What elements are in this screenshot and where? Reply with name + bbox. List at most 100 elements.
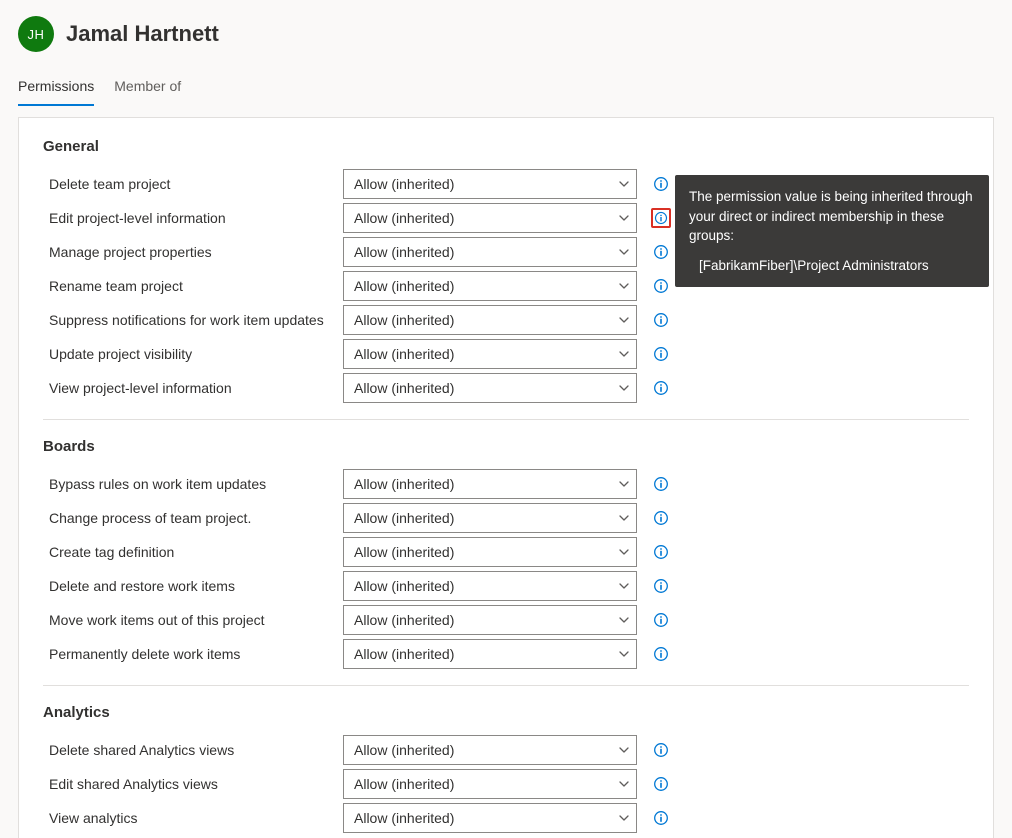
permission-select-value: Allow (inherited): [354, 278, 454, 294]
permission-select[interactable]: Allow (inherited): [343, 169, 637, 199]
permission-row: Update project visibilityAllow (inherite…: [43, 337, 969, 371]
chevron-down-icon: [618, 178, 630, 190]
chevron-down-icon: [618, 648, 630, 660]
permission-select-value: Allow (inherited): [354, 612, 454, 628]
info-icon[interactable]: [651, 310, 671, 330]
permission-label: Move work items out of this project: [43, 612, 343, 628]
permission-row: Suppress notifications for work item upd…: [43, 303, 969, 337]
chevron-down-icon: [618, 212, 630, 224]
chevron-down-icon: [618, 512, 630, 524]
permission-select[interactable]: Allow (inherited): [343, 373, 637, 403]
permission-select-value: Allow (inherited): [354, 176, 454, 192]
permission-row: View analyticsAllow (inherited): [43, 801, 969, 835]
permission-row: Create tag definitionAllow (inherited): [43, 535, 969, 569]
page-title: Jamal Hartnett: [66, 21, 219, 47]
permission-label: Edit project-level information: [43, 210, 343, 226]
permission-row: Permanently delete work items Allow (inhe…: [43, 637, 969, 671]
permission-select[interactable]: Allow (inherited): [343, 237, 637, 267]
permission-label: Delete and restore work items: [43, 578, 343, 594]
info-icon[interactable]: [651, 208, 671, 228]
chevron-down-icon: [618, 580, 630, 592]
info-icon[interactable]: [651, 542, 671, 562]
section-title: Analytics: [43, 704, 969, 721]
chevron-down-icon: [618, 246, 630, 258]
info-icon[interactable]: [651, 576, 671, 596]
permission-select-value: Allow (inherited): [354, 646, 454, 662]
permission-label: View project-level information: [43, 380, 343, 396]
permission-label: Suppress notifications for work item upd…: [43, 312, 343, 328]
user-header: JH Jamal Hartnett: [18, 16, 994, 52]
info-icon[interactable]: [651, 610, 671, 630]
permission-row: Bypass rules on work item updatesAllow (…: [43, 467, 969, 501]
permission-select[interactable]: Allow (inherited): [343, 339, 637, 369]
permission-row: Edit shared Analytics views Allow (inheri…: [43, 767, 969, 801]
permission-select[interactable]: Allow (inherited): [343, 639, 637, 669]
permission-label: Delete team project: [43, 176, 343, 192]
info-icon[interactable]: [651, 378, 671, 398]
permission-row: Delete and restore work items Allow (inhe…: [43, 569, 969, 603]
permission-label: View analytics: [43, 810, 343, 826]
permission-select[interactable]: Allow (inherited): [343, 735, 637, 765]
permission-row: Change process of team project. Allow (in…: [43, 501, 969, 535]
permission-select-value: Allow (inherited): [354, 380, 454, 396]
chevron-down-icon: [618, 744, 630, 756]
info-icon[interactable]: [651, 808, 671, 828]
chevron-down-icon: [618, 614, 630, 626]
permission-label: Change process of team project.: [43, 510, 343, 526]
avatar: JH: [18, 16, 54, 52]
permission-select-value: Allow (inherited): [354, 510, 454, 526]
tab-bar: Permissions Member of: [18, 70, 994, 107]
permission-select[interactable]: Allow (inherited): [343, 605, 637, 635]
chevron-down-icon: [618, 812, 630, 824]
permission-select-value: Allow (inherited): [354, 210, 454, 226]
permission-label: Rename team project: [43, 278, 343, 294]
tooltip-text: The permission value is being inherited …: [689, 187, 975, 246]
chevron-down-icon: [618, 546, 630, 558]
permission-select-value: Allow (inherited): [354, 776, 454, 792]
chevron-down-icon: [618, 314, 630, 326]
permission-row: Delete shared Analytics views Allow (inhe…: [43, 733, 969, 767]
info-icon[interactable]: [651, 344, 671, 364]
permission-label: Permanently delete work items: [43, 646, 343, 662]
chevron-down-icon: [618, 778, 630, 790]
permission-select[interactable]: Allow (inherited): [343, 469, 637, 499]
permission-label: Delete shared Analytics views: [43, 742, 343, 758]
info-icon[interactable]: [651, 276, 671, 296]
permission-select[interactable]: Allow (inherited): [343, 803, 637, 833]
tooltip-group: [FabrikamFiber]\Project Administrators: [689, 256, 975, 276]
permission-row: View project-level information Allow (inh…: [43, 371, 969, 405]
tab-memberof[interactable]: Member of: [114, 70, 181, 106]
permission-select[interactable]: Allow (inherited): [343, 203, 637, 233]
permission-select-value: Allow (inherited): [354, 312, 454, 328]
permission-select[interactable]: Allow (inherited): [343, 537, 637, 567]
permission-label: Manage project properties: [43, 244, 343, 260]
info-icon[interactable]: [651, 508, 671, 528]
permission-select[interactable]: Allow (inherited): [343, 769, 637, 799]
permission-select[interactable]: Allow (inherited): [343, 305, 637, 335]
section-divider: [43, 685, 969, 686]
permission-select-value: Allow (inherited): [354, 578, 454, 594]
permission-select-value: Allow (inherited): [354, 346, 454, 362]
tab-permissions[interactable]: Permissions: [18, 70, 94, 106]
permission-select-value: Allow (inherited): [354, 244, 454, 260]
permission-select-value: Allow (inherited): [354, 476, 454, 492]
info-icon[interactable]: [651, 740, 671, 760]
permissions-panel: General Delete team project Allow (inherit…: [18, 117, 994, 838]
info-icon[interactable]: [651, 474, 671, 494]
permission-select[interactable]: Allow (inherited): [343, 271, 637, 301]
section-title: Boards: [43, 438, 969, 455]
permission-label: Edit shared Analytics views: [43, 776, 343, 792]
permission-select[interactable]: Allow (inherited): [343, 571, 637, 601]
permission-select[interactable]: Allow (inherited): [343, 503, 637, 533]
chevron-down-icon: [618, 348, 630, 360]
permission-inheritance-tooltip: The permission value is being inherited …: [675, 175, 989, 287]
info-icon[interactable]: [651, 242, 671, 262]
info-icon[interactable]: [651, 774, 671, 794]
info-icon[interactable]: [651, 644, 671, 664]
permission-select-value: Allow (inherited): [354, 742, 454, 758]
section-divider: [43, 419, 969, 420]
section-title: General: [43, 138, 969, 155]
info-icon[interactable]: [651, 174, 671, 194]
permission-row: Move work items out of this project Allow…: [43, 603, 969, 637]
chevron-down-icon: [618, 382, 630, 394]
